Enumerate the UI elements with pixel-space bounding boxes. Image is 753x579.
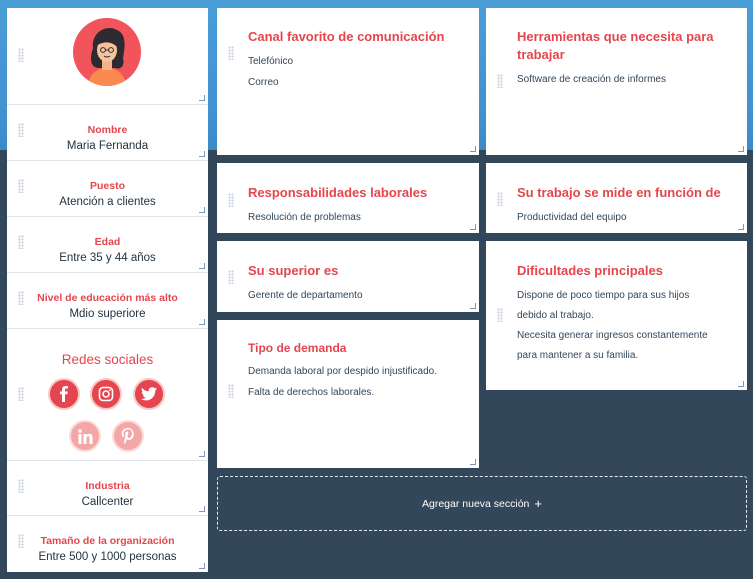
resize-handle-icon[interactable] [738,146,744,152]
section-title: Dificultades principales [517,263,663,278]
resize-handle-icon[interactable] [470,459,476,465]
field-industry[interactable]: Industria Callcenter [7,461,208,516]
field-education[interactable]: Nivel de educación más alto Mdio superio… [7,273,208,329]
section-line: Correo [248,77,279,88]
resize-handle-icon[interactable] [470,146,476,152]
field-age[interactable]: Edad Entre 35 y 44 años [7,217,208,273]
field-value: Mdio superiore [69,308,146,320]
section-boss[interactable]: Su superior es Gerente de departamento [217,241,479,312]
drag-handle-icon[interactable] [18,235,24,249]
section-measured[interactable]: Su trabajo se mide en función de Product… [486,163,747,233]
drag-handle-icon[interactable] [18,479,24,493]
resize-handle-icon[interactable] [470,224,476,230]
field-label: Tamaño de la organización [40,535,175,547]
drag-handle-icon[interactable] [18,123,24,137]
drag-handle-icon[interactable] [228,46,234,60]
field-label: Edad [94,236,121,248]
drag-handle-icon[interactable] [228,193,234,207]
section-title: Su trabajo se mide en función de [517,185,721,200]
section-tools[interactable]: Herramientas que necesita para trabajar … [486,8,747,155]
section-title: Responsabilidades laborales [248,185,428,200]
section-line: Necesita generar ingresos constantemente [517,330,708,341]
field-label: Nombre [87,124,128,136]
section-title: Canal favorito de comunicación [248,29,445,44]
drag-handle-icon[interactable] [18,48,24,62]
field-name[interactable]: Nombre Maria Fernanda [7,105,208,161]
resize-handle-icon[interactable] [199,263,205,269]
plus-icon: + [534,495,542,511]
field-value: Entre 500 y 1000 personas [38,551,177,563]
resize-handle-icon[interactable] [738,381,744,387]
section-line: Demanda laboral por despido injustificad… [248,366,438,377]
facebook-icon[interactable] [48,378,80,410]
linkedin-icon[interactable] [69,420,101,452]
section-responsibilities[interactable]: Responsabilidades laborales Resolución d… [217,163,479,233]
drag-handle-icon[interactable] [497,308,503,322]
drag-handle-icon[interactable] [18,387,24,401]
section-title-line: Herramientas que necesita para [517,29,714,44]
section-line: Software de creación de informes [517,74,666,85]
social-title: Redes sociales [61,352,154,367]
section-demand[interactable]: Tipo de demanda Demanda laboral por desp… [217,320,479,468]
add-section-button[interactable]: Agregar nueva sección + [217,476,747,531]
field-org-size[interactable]: Tamaño de la organización Entre 500 y 10… [7,516,208,572]
resize-handle-icon[interactable] [470,303,476,309]
pinterest-icon[interactable] [112,420,144,452]
social-networks-cell[interactable]: Redes sociales [7,329,208,461]
field-value: Maria Fernanda [66,140,149,152]
section-line: Falta de derechos laborales. [248,387,375,398]
drag-handle-icon[interactable] [18,291,24,305]
section-line: Gerente de departamento [248,290,363,301]
resize-handle-icon[interactable] [199,207,205,213]
field-position[interactable]: Puesto Atención a clientes [7,161,208,217]
twitter-icon[interactable] [133,378,165,410]
drag-handle-icon[interactable] [228,384,234,398]
resize-handle-icon[interactable] [199,506,205,512]
section-challenges[interactable]: Dificultades principales Dispone de poco… [486,241,747,390]
persona-avatar-icon[interactable] [73,18,141,86]
drag-handle-icon[interactable] [497,74,503,88]
drag-handle-icon[interactable] [497,192,503,206]
section-line: Resolución de problemas [248,212,361,223]
resize-handle-icon[interactable] [738,224,744,230]
resize-handle-icon[interactable] [199,95,205,101]
resize-handle-icon[interactable] [199,451,205,457]
section-title-line: trabajar [517,47,565,62]
resize-handle-icon[interactable] [199,151,205,157]
field-label: Industria [85,480,130,492]
section-line: Telefónico [248,56,294,67]
section-title: Su superior es [248,263,339,278]
drag-handle-icon[interactable] [18,534,24,548]
section-title: Herramientas que necesita para trabajar [517,28,714,64]
drag-handle-icon[interactable] [228,270,234,284]
section-line: debido al trabajo. [517,310,594,321]
section-channel[interactable]: Canal favorito de comunicación Telefónic… [217,8,479,155]
field-value: Callcenter [81,496,134,508]
field-label: Puesto [89,180,125,192]
field-value: Entre 35 y 44 años [59,252,156,264]
field-label: Nivel de educación más alto [37,292,178,304]
add-section-label: Agregar nueva sección [422,497,530,510]
instagram-icon[interactable] [90,378,122,410]
field-value: Atención a clientes [59,196,156,208]
drag-handle-icon[interactable] [18,179,24,193]
resize-handle-icon[interactable] [199,563,205,569]
resize-handle-icon[interactable] [199,319,205,325]
section-line: Dispone de poco tiempo para sus hijos [517,290,690,301]
avatar-cell [7,8,208,105]
section-line: para mantener a su familia. [517,350,639,361]
section-title: Tipo de demanda [248,341,347,355]
section-line: Productividad del equipo [517,212,627,223]
